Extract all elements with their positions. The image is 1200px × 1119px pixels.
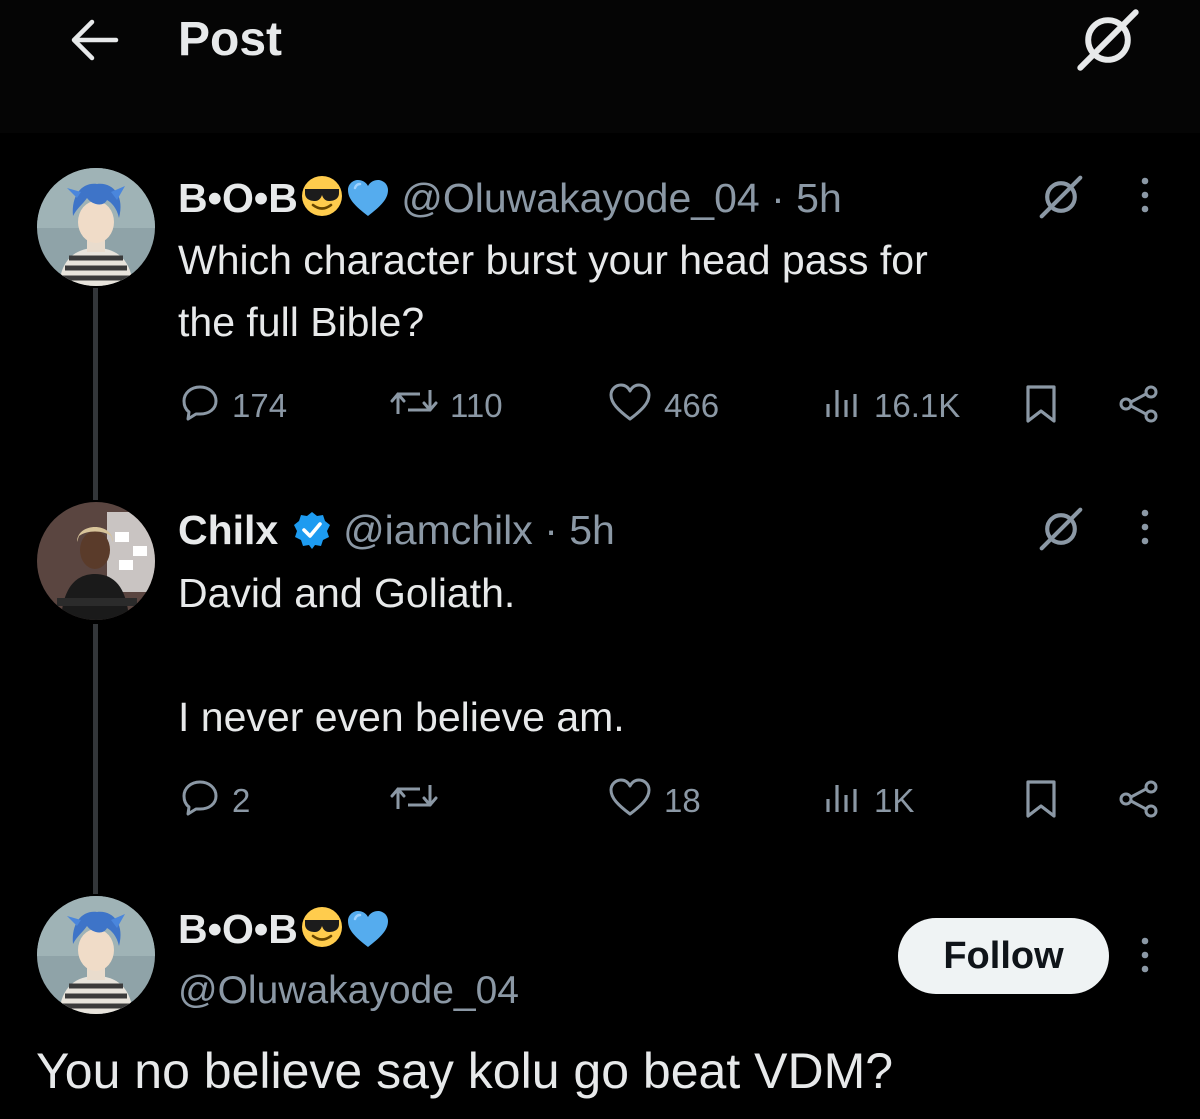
share-icon [1117, 384, 1161, 429]
heart-icon [608, 382, 652, 430]
bookmark-button[interactable] [1016, 381, 1066, 431]
more-button[interactable] [1130, 504, 1160, 554]
post-text: You no believe say kolu go beat VDM? [36, 1043, 894, 1099]
repost-icon [390, 382, 438, 430]
author-name-row: B•O•B [178, 903, 390, 961]
reply-button[interactable]: 2 [180, 776, 250, 826]
more-button[interactable] [1130, 932, 1160, 982]
like-button[interactable]: 18 [608, 776, 701, 826]
views-chart-icon [822, 777, 862, 825]
arrow-left-icon [68, 18, 120, 67]
author-name[interactable]: B•O•B [178, 175, 298, 221]
blue-heart-emoji-icon [346, 178, 390, 230]
share-button[interactable] [1114, 381, 1164, 431]
avatar[interactable] [37, 168, 155, 286]
like-count: 18 [664, 782, 701, 819]
page-title: Post [178, 13, 283, 66]
top-bar: Post [0, 0, 1200, 133]
repost-count: 110 [450, 387, 503, 424]
more-vertical-icon [1140, 507, 1150, 552]
avatar[interactable] [37, 502, 155, 620]
heart-icon [608, 777, 652, 825]
view-count: 16.1K [874, 387, 961, 424]
thread-line [93, 288, 98, 500]
grok-icon [1038, 174, 1084, 225]
views-button[interactable]: 1K [822, 776, 914, 826]
reply-count: 174 [232, 387, 288, 424]
repost-button[interactable] [390, 776, 450, 826]
back-button[interactable] [62, 14, 126, 70]
bookmark-icon [1021, 779, 1061, 824]
reply-icon [180, 382, 220, 430]
like-count: 466 [664, 387, 720, 424]
views-chart-icon [822, 382, 862, 430]
repost-icon [390, 777, 438, 825]
verified-badge-icon [292, 510, 332, 562]
bookmark-button[interactable] [1016, 776, 1066, 826]
repost-button[interactable]: 110 [390, 381, 503, 431]
tweet-header: Chilx @iamchilx · 5h [178, 504, 615, 562]
tweet-text: David and Goliath. I never even believe … [178, 570, 625, 740]
more-vertical-icon [1140, 175, 1150, 220]
author-handle[interactable]: @Oluwakayode_04 [178, 966, 519, 1016]
grok-icon [1038, 506, 1084, 557]
author-handle[interactable]: @iamchilx [343, 507, 533, 553]
views-button[interactable]: 16.1K [822, 381, 960, 431]
more-vertical-icon [1140, 935, 1150, 980]
author-handle[interactable]: @Oluwakayode_04 [401, 175, 759, 221]
author-name[interactable]: B•O•B [178, 906, 298, 952]
tweet-header: B•O•B @Oluwakayode_04 · 5h [178, 172, 842, 230]
avatar[interactable] [37, 896, 155, 1014]
reply-icon [180, 777, 220, 825]
grok-icon [1075, 7, 1141, 78]
follow-button[interactable]: Follow [898, 918, 1109, 994]
bookmark-icon [1021, 384, 1061, 429]
reply-count: 2 [232, 782, 251, 819]
sunglasses-face-emoji-icon [300, 174, 344, 230]
timestamp[interactable]: · 5h [544, 507, 615, 553]
tweet-text: Which character burst your head pass for… [178, 237, 928, 345]
grok-button[interactable] [1036, 174, 1086, 224]
author-name[interactable]: Chilx [178, 507, 278, 553]
thread-line [93, 624, 98, 894]
grok-button[interactable] [1036, 506, 1086, 556]
share-button[interactable] [1114, 776, 1164, 826]
more-button[interactable] [1130, 172, 1160, 222]
like-button[interactable]: 466 [608, 381, 719, 431]
sunglasses-face-emoji-icon [300, 905, 344, 961]
blue-heart-emoji-icon [346, 909, 390, 961]
grok-button[interactable] [1072, 6, 1144, 78]
reply-button[interactable]: 174 [180, 381, 287, 431]
view-count: 1K [874, 782, 915, 819]
timestamp[interactable]: · 5h [771, 175, 842, 221]
share-icon [1117, 779, 1161, 824]
